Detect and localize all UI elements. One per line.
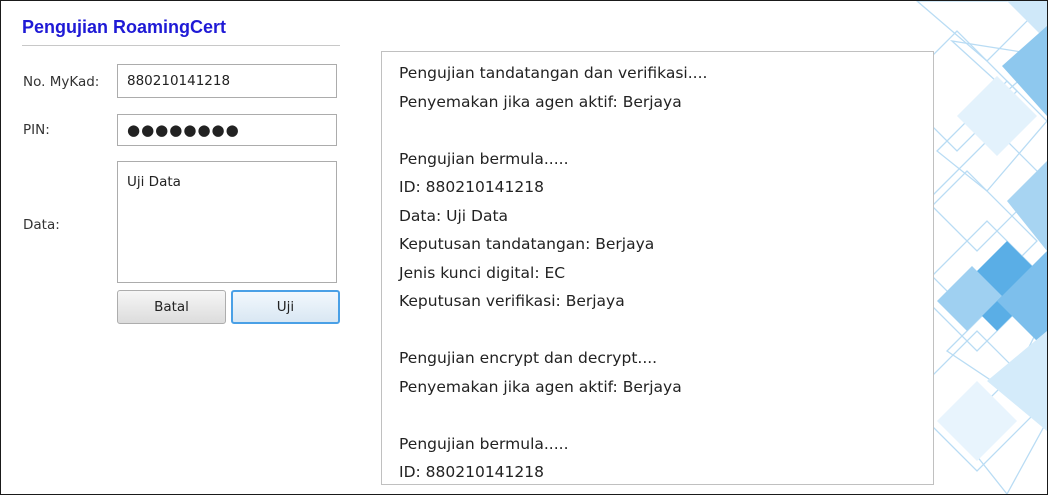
- cancel-button[interactable]: Batal: [117, 290, 226, 324]
- pin-label: PIN:: [23, 122, 50, 138]
- pin-input[interactable]: [117, 114, 337, 146]
- mykad-label: No. MyKad:: [23, 74, 100, 90]
- result-log-text: Pengujian tandatangan dan verifikasi....…: [399, 64, 708, 481]
- data-textarea[interactable]: Uji Data: [117, 161, 337, 283]
- data-label: Data:: [23, 217, 60, 233]
- app-window: Pengujian RoamingCert No. MyKad: PIN: Da…: [0, 0, 1048, 495]
- result-log[interactable]: Pengujian tandatangan dan verifikasi....…: [381, 51, 934, 485]
- mykad-input[interactable]: [117, 64, 337, 98]
- page-title: Pengujian RoamingCert: [22, 17, 227, 37]
- test-button[interactable]: Uji: [231, 290, 340, 324]
- title-divider: [22, 45, 340, 46]
